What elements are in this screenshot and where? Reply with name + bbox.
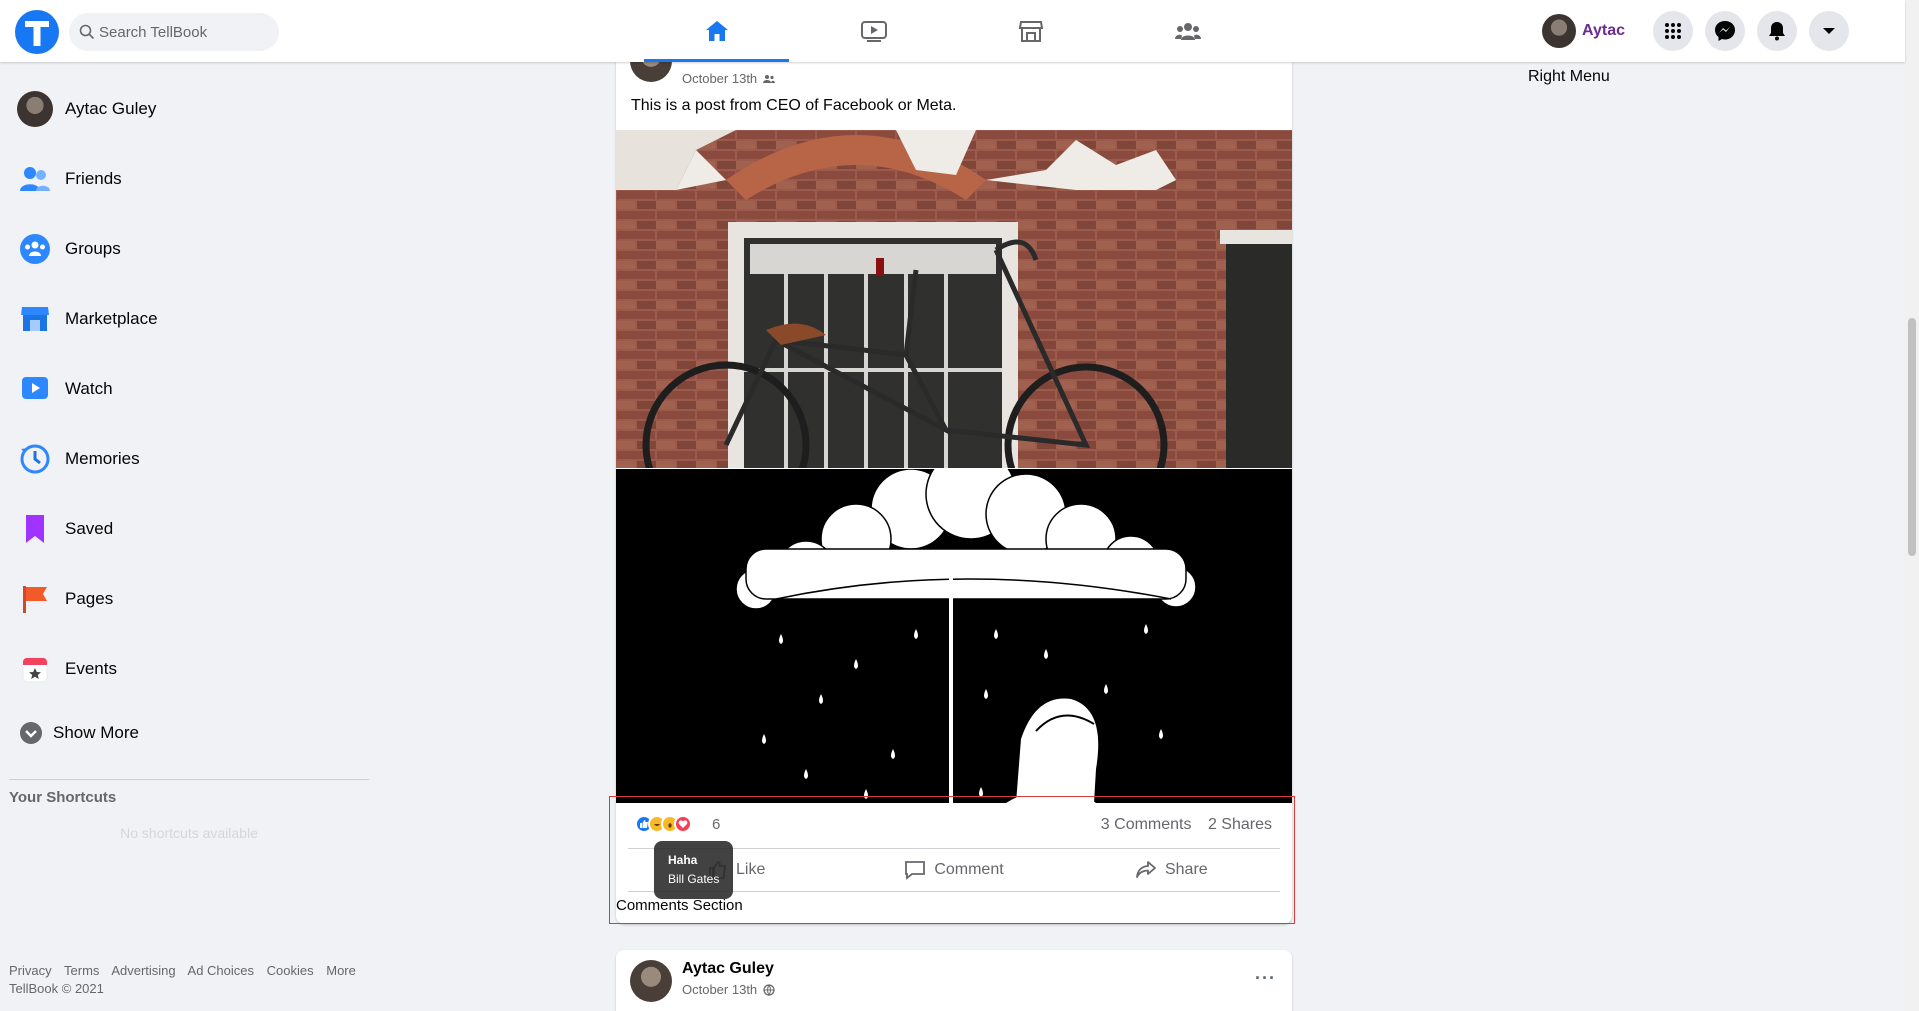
search-input[interactable] [99, 13, 271, 51]
tellbook-logo[interactable] [15, 10, 59, 54]
video-icon [860, 21, 887, 42]
post-date-text: October 13th [682, 71, 758, 86]
sidebar-item-label: Memories [65, 449, 140, 468]
sidebar-item-memories[interactable]: Memories [9, 424, 369, 494]
footer-copyright: TellBook © 2021 [9, 981, 104, 996]
header-right: Aytac [1542, 0, 1849, 62]
sidebar-item-profile[interactable]: Aytac Guley [9, 74, 369, 144]
memories-icon [20, 444, 50, 474]
right-menu: Right Menu [1528, 68, 1610, 85]
post-image-illustration[interactable] [616, 469, 1292, 803]
saved-icon [26, 515, 44, 543]
friends-icon [20, 167, 50, 191]
tab-groups[interactable] [1115, 0, 1260, 62]
sidebar-item-label: Pages [65, 589, 114, 608]
header-avatar[interactable] [1542, 14, 1577, 48]
watch-icon [22, 377, 48, 399]
sidebar-item-events[interactable]: Events [9, 634, 369, 704]
chevron-down-circle-icon [20, 722, 42, 744]
post-options-icon[interactable]: ··· [1255, 968, 1276, 989]
show-more-label: Show More [53, 723, 139, 742]
sidebar-item-pages[interactable]: Pages [9, 564, 369, 634]
messenger-icon [1715, 21, 1735, 41]
shortcuts-title: Your Shortcuts [9, 789, 117, 806]
header-username[interactable]: Aytac [1582, 22, 1625, 40]
sidebar-item-watch[interactable]: Watch [9, 354, 369, 424]
sidebar-item-label: Groups [65, 239, 121, 258]
top-navbar: Aytac [0, 0, 1905, 62]
home-icon [705, 21, 728, 41]
sidebar-item-label: Events [65, 659, 117, 678]
post-date[interactable]: October 13th [682, 982, 775, 997]
marketplace-icon [21, 307, 49, 331]
sidebar-item-label: Marketplace [65, 309, 158, 328]
sidebar-divider [9, 779, 369, 780]
globe-icon [763, 983, 775, 996]
tab-marketplace[interactable] [958, 0, 1103, 62]
notifications-button[interactable] [1757, 11, 1797, 51]
people-icon [1174, 23, 1201, 40]
post-image-bicycle[interactable] [616, 130, 1292, 468]
menu-grid-icon [1665, 23, 1681, 39]
show-more-button[interactable]: Show More [9, 704, 369, 762]
tab-watch[interactable] [801, 0, 946, 62]
sidebar-item-marketplace[interactable]: Marketplace [9, 284, 369, 354]
footer-link-privacy[interactable]: Privacy [9, 963, 52, 978]
post-date-text: October 13th [682, 982, 758, 997]
tooltip-user: Bill Gates [668, 872, 720, 886]
sidebar-item-label: Saved [65, 519, 114, 538]
pages-icon [23, 586, 47, 613]
reaction-tooltip: Haha Bill Gates [654, 841, 733, 899]
post-card: October 13th ··· This is a post from CEO… [616, 40, 1292, 924]
sidebar-item-label: Watch [65, 379, 113, 398]
footer-link-cookies[interactable]: Cookies [267, 963, 314, 978]
messenger-button[interactable] [1705, 11, 1745, 51]
sidebar-item-label: Aytac Guley [65, 99, 157, 118]
profile-avatar [17, 91, 53, 127]
sidebar-item-saved[interactable]: Saved [9, 494, 369, 564]
post-text: This is a post from CEO of Facebook or M… [631, 97, 957, 114]
footer-link-terms[interactable]: Terms [64, 963, 99, 978]
search-box[interactable] [69, 13, 279, 51]
post-author-name[interactable]: Aytac Guley [682, 960, 774, 978]
friends-audience-icon [763, 74, 776, 83]
left-sidebar: Aytac Guley Friends Groups Marketplace W… [9, 74, 369, 762]
events-icon [22, 657, 48, 683]
post-card: Aytac Guley October 13th ··· [616, 950, 1292, 1011]
footer-link-advertising[interactable]: Advertising [111, 963, 175, 978]
scrollbar-thumb[interactable] [1908, 318, 1916, 556]
chevron-down-icon [1823, 28, 1835, 34]
menu-button[interactable] [1653, 11, 1693, 51]
post-author-avatar[interactable] [630, 960, 672, 1002]
store-icon [1018, 21, 1043, 42]
footer-link-more[interactable]: More [326, 963, 356, 978]
account-button[interactable] [1809, 11, 1849, 51]
shortcuts-empty-text: No shortcuts available [120, 825, 258, 841]
tooltip-reaction: Haha [668, 853, 698, 867]
sidebar-item-friends[interactable]: Friends [9, 144, 369, 214]
bell-icon [1769, 22, 1785, 41]
search-icon [79, 24, 95, 40]
tab-home[interactable] [644, 0, 789, 62]
sidebar-item-groups[interactable]: Groups [9, 214, 369, 284]
post-date[interactable]: October 13th [682, 71, 776, 86]
groups-icon [20, 234, 50, 264]
sidebar-item-label: Friends [65, 169, 122, 188]
footer-link-ad-choices[interactable]: Ad Choices [188, 963, 254, 978]
footer: Privacy Terms Advertising Ad Choices Coo… [9, 963, 365, 996]
